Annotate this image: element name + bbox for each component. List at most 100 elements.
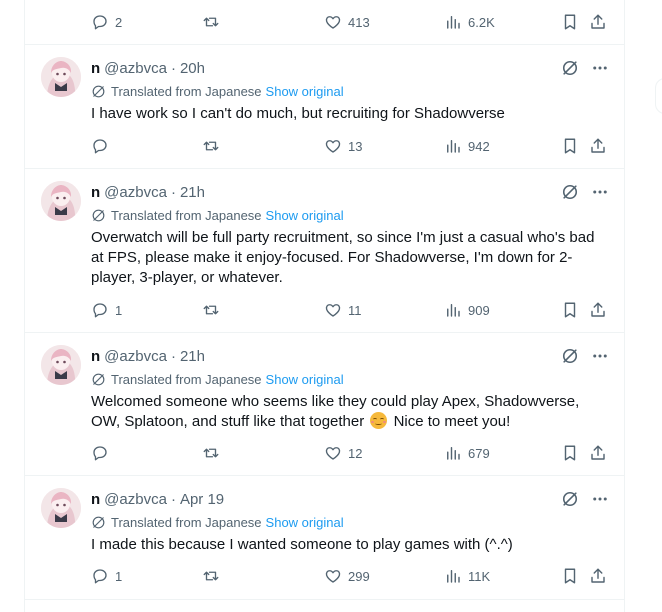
share-icon: [591, 14, 605, 29]
views-button[interactable]: 942: [444, 136, 490, 156]
heart-icon: [325, 16, 341, 29]
timestamp[interactable]: 20h: [180, 60, 205, 77]
like-count: 413: [348, 14, 370, 30]
avatar[interactable]: [41, 181, 81, 221]
tweet-text: I made this because I wanted someone to …: [91, 536, 513, 553]
more-button[interactable]: [589, 181, 611, 203]
retweet-button[interactable]: [201, 300, 227, 320]
right-sidebar-edge: [655, 0, 662, 612]
views-button[interactable]: 11K: [444, 566, 490, 586]
retweet-button[interactable]: [201, 443, 227, 463]
reply-button[interactable]: [91, 136, 115, 156]
retweet-icon: [203, 305, 219, 315]
share-button[interactable]: [589, 12, 613, 32]
tweet-text: Overwatch will be full party recruitment…: [91, 229, 595, 286]
tweet-top-icons: [551, 488, 611, 510]
tweet-top-icons: [551, 345, 611, 367]
like-button[interactable]: 12: [324, 443, 362, 463]
timestamp[interactable]: 21h: [180, 348, 205, 365]
views-chart-icon: [447, 447, 460, 460]
prev-tweet-actions: 2 413 6.2K: [91, 12, 611, 32]
grok-button[interactable]: [559, 57, 581, 79]
like-button[interactable]: 11: [324, 300, 362, 320]
tweet[interactable]: n @azbvca · 21h Translated from Japanese…: [25, 169, 625, 332]
grok-button[interactable]: [559, 181, 581, 203]
views-button[interactable]: 909: [444, 300, 490, 320]
share-button[interactable]: [589, 136, 613, 156]
views-button[interactable]: 679: [444, 443, 490, 463]
tweet-top-icons: [551, 181, 611, 203]
bookmark-button[interactable]: [561, 443, 585, 463]
bookmark-button[interactable]: [561, 300, 585, 320]
share-button[interactable]: [589, 300, 613, 320]
translation-notice: Translated from Japanese Show original: [91, 82, 344, 100]
like-button[interactable]: 299: [324, 566, 370, 586]
reply-icon: [93, 139, 107, 154]
tweet[interactable]: n @azbvca · 21h Translated from Japanese…: [25, 333, 625, 475]
reply-button[interactable]: 1: [91, 300, 122, 320]
tweet-actions: 1 299 11K: [91, 566, 611, 586]
reply-button[interactable]: 1: [91, 566, 122, 586]
show-original-link[interactable]: Show original: [266, 84, 344, 99]
views-count: 942: [468, 138, 490, 154]
like-button[interactable]: 413: [324, 12, 370, 32]
views-chart-icon: [447, 570, 460, 583]
tweet-text: Welcomed someone who seems like they cou…: [91, 392, 603, 432]
separator-dot: ·: [170, 490, 176, 508]
user-handle[interactable]: @azbvca: [104, 348, 167, 365]
display-name[interactable]: n: [91, 184, 100, 201]
reply-count: 1: [115, 568, 123, 584]
tweet-header: n @azbvca · 20h: [91, 58, 205, 78]
show-original-link[interactable]: Show original: [266, 208, 344, 223]
tweet[interactable]: n @azbvca · 20h Translated from Japanese…: [25, 45, 625, 168]
separator-dot: ·: [170, 59, 176, 77]
retweet-button[interactable]: [201, 12, 227, 32]
views-button[interactable]: 6.2K: [444, 12, 495, 32]
reply-button[interactable]: [91, 443, 115, 463]
show-original-link[interactable]: Show original: [266, 372, 344, 387]
reply-button[interactable]: 2: [91, 12, 122, 32]
reply-icon: [93, 569, 107, 584]
bookmark-button[interactable]: [561, 12, 585, 32]
share-icon: [591, 138, 605, 153]
tweet-header: n @azbvca · Apr 19: [91, 489, 224, 509]
share-icon: [591, 302, 605, 317]
more-button[interactable]: [589, 488, 611, 510]
more-icon: [593, 354, 607, 358]
display-name[interactable]: n: [91, 348, 100, 365]
tweet-actions: 12 679: [91, 443, 611, 463]
share-button[interactable]: [589, 443, 613, 463]
tweet[interactable]: n @azbvca · Apr 19 Translated from Japan…: [25, 476, 625, 599]
grok-button[interactable]: [559, 488, 581, 510]
grok-button[interactable]: [559, 345, 581, 367]
user-handle[interactable]: @azbvca: [104, 184, 167, 201]
views-count: 909: [468, 302, 490, 318]
tweet-actions: 1 11 909: [91, 300, 611, 320]
avatar[interactable]: [41, 488, 81, 528]
separator-dot: ·: [170, 347, 176, 365]
views-chart-icon: [447, 140, 460, 153]
more-button[interactable]: [589, 345, 611, 367]
display-name[interactable]: n: [91, 60, 100, 77]
translated-label: Translated from Japanese: [111, 207, 262, 223]
display-name[interactable]: n: [91, 491, 100, 508]
timestamp[interactable]: 21h: [180, 184, 205, 201]
timestamp[interactable]: Apr 19: [180, 491, 224, 508]
more-icon: [593, 66, 607, 70]
avatar[interactable]: [41, 57, 81, 97]
retweet-button[interactable]: [201, 566, 227, 586]
like-count: 13: [348, 138, 363, 154]
retweet-button[interactable]: [201, 136, 227, 156]
bookmark-button[interactable]: [561, 566, 585, 586]
more-button[interactable]: [589, 57, 611, 79]
bookmark-button[interactable]: [561, 136, 585, 156]
heart-icon: [325, 304, 341, 317]
like-button[interactable]: 13: [324, 136, 362, 156]
avatar[interactable]: [41, 345, 81, 385]
user-handle[interactable]: @azbvca: [104, 60, 167, 77]
translate-globe-icon: [92, 516, 105, 528]
user-handle[interactable]: @azbvca: [104, 491, 167, 508]
show-original-link[interactable]: Show original: [266, 515, 344, 530]
views-chart-icon: [447, 16, 460, 29]
share-button[interactable]: [589, 566, 613, 586]
